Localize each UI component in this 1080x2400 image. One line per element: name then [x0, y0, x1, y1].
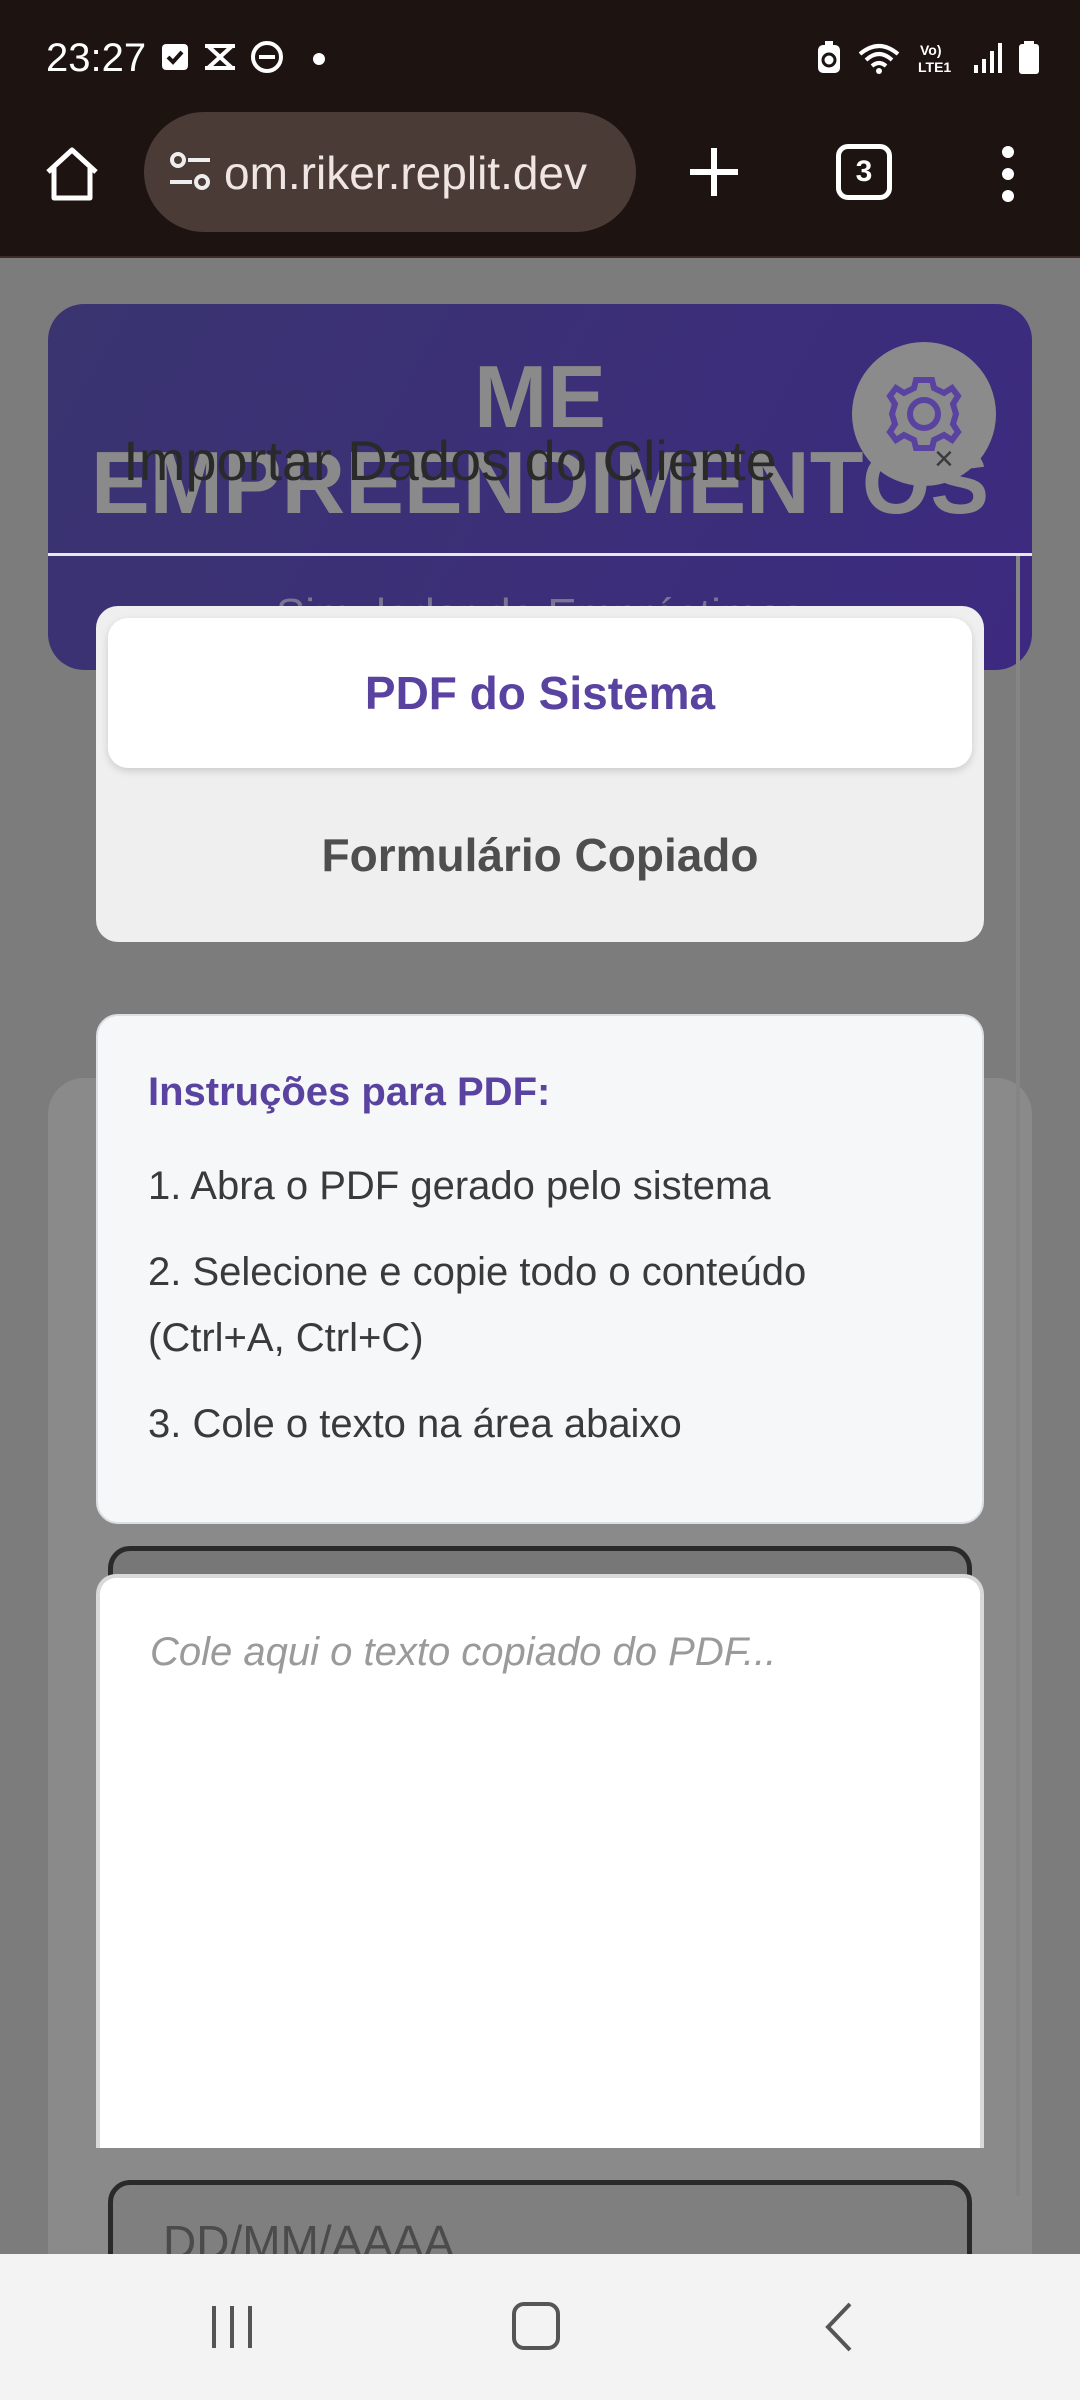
tab-count: 3 — [855, 155, 873, 188]
svg-text:Vo): Vo) — [920, 42, 942, 58]
tab-switcher-button[interactable]: 3 — [836, 144, 892, 200]
more-notifications-dot-icon — [313, 53, 325, 65]
modal-divider — [48, 553, 1032, 556]
instruction-step-3: 3. Cole o texto na área abaixo — [148, 1402, 682, 1446]
import-mode-tabs: PDF do Sistema Formulário Copiado — [96, 606, 984, 942]
modal-title: Importar Dados do Cliente — [123, 429, 777, 492]
tab-copied-form[interactable]: Formulário Copiado — [108, 780, 972, 930]
scrollbar-track — [1016, 556, 1020, 2196]
volte-lte-icon: Vo)LTE1 — [918, 42, 951, 75]
battery-icon — [1019, 41, 1039, 74]
status-icons: Vo) LTE1 — [816, 40, 1040, 76]
capcut-notification-icon — [205, 44, 235, 70]
back-icon[interactable] — [820, 2300, 860, 2354]
signal-icon — [974, 43, 1002, 73]
do-not-disturb-icon — [251, 41, 283, 73]
url-text[interactable]: om.riker.replit.dev — [224, 146, 624, 200]
more-menu-icon[interactable] — [996, 144, 1020, 204]
site-settings-icon[interactable] — [166, 150, 214, 194]
instruction-step-2: 2. Selecione e copie todo o conteúdo (Ct… — [148, 1250, 807, 1360]
tab-pdf-system[interactable]: PDF do Sistema — [108, 618, 972, 768]
instructions-heading: Instruções para PDF: — [148, 1070, 551, 1114]
recent-apps-icon[interactable] — [208, 2302, 256, 2352]
system-navigation-bar — [0, 2254, 1080, 2400]
wifi-icon — [858, 44, 900, 74]
checkbox-notification-icon — [162, 44, 188, 70]
svg-text:LTE1: LTE1 — [918, 59, 951, 75]
home-nav-icon[interactable] — [512, 2302, 560, 2350]
new-tab-icon[interactable] — [684, 142, 744, 202]
status-bar: 23:27 Vo) LTE1 — [0, 0, 1080, 120]
home-icon[interactable] — [40, 142, 104, 206]
pdf-text-area-container — [96, 1574, 984, 2148]
battery-saver-icon — [818, 41, 840, 73]
pdf-instructions-panel: Instruções para PDF: 1. Abra o PDF gerad… — [96, 1014, 984, 1524]
instruction-step-1: 1. Abra o PDF gerado pelo sistema — [148, 1164, 771, 1208]
status-time: 23:27 — [46, 36, 147, 80]
address-bar[interactable]: om.riker.replit.dev — [144, 112, 636, 232]
close-icon[interactable]: × — [934, 440, 954, 479]
pdf-text-input[interactable] — [150, 1630, 930, 2096]
